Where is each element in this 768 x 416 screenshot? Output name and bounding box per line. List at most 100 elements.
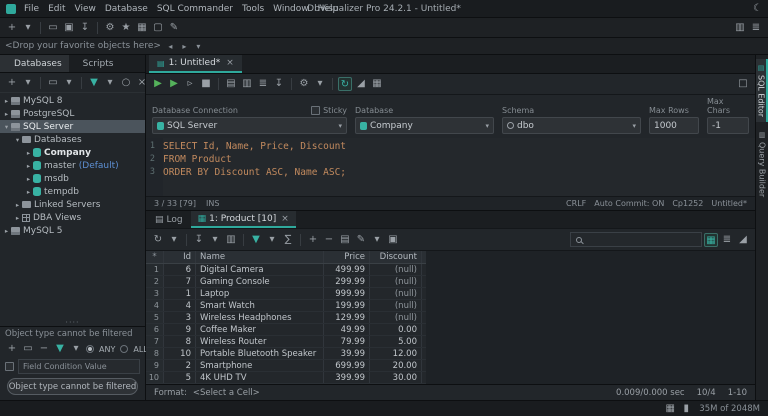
code-line[interactable]: 2 FROM Product — [146, 153, 755, 166]
tree-node[interactable]: ▾ Databases — [0, 133, 145, 146]
favorites-menu-icon[interactable]: ▾ — [194, 42, 203, 51]
copy-icon[interactable]: ▥ — [240, 77, 254, 91]
sidebar-tab[interactable]: Scripts — [69, 55, 121, 72]
open-filter-icon[interactable]: ▭ — [21, 342, 35, 356]
cell-name[interactable]: 4K UHD TV — [196, 372, 324, 383]
sql-editor[interactable]: 1 SELECT Id, Name, Price, Discount 2 FRO… — [146, 138, 755, 197]
cell-name[interactable]: Portable Bluetooth Speaker — [196, 348, 324, 359]
chevron-down-icon[interactable]: ▾ — [167, 233, 181, 247]
edit-icon[interactable]: ✎ — [167, 21, 181, 35]
cell-id[interactable]: 5 — [164, 372, 196, 383]
cell-discount[interactable]: (null) — [370, 312, 422, 323]
import-icon[interactable]: ↧ — [78, 21, 92, 35]
tree-node[interactable]: ▸ MySQL 8 — [0, 94, 145, 107]
table-row[interactable]: 9 2 Smartphone 699.99 20.00 — [146, 360, 426, 372]
chevron-down-icon[interactable]: ▾ — [313, 77, 327, 91]
script-icon[interactable]: ▣ — [386, 233, 400, 247]
cell-name[interactable]: Wireless Headphones — [196, 312, 324, 323]
grid-view-icon[interactable]: ▦ — [704, 233, 718, 247]
execute-icon[interactable]: ▶ — [151, 77, 165, 91]
chart-view-icon[interactable]: ◢ — [736, 233, 750, 247]
favorites-next-icon[interactable]: ▸ — [180, 42, 189, 51]
cell-price[interactable]: 79.99 — [324, 336, 370, 347]
column-header-price[interactable]: Price — [324, 251, 370, 263]
chevron-down-icon[interactable]: ▾ — [21, 76, 35, 90]
cell-name[interactable]: Gaming Console — [196, 276, 324, 287]
chevron-down-icon[interactable]: ▾ — [69, 342, 83, 356]
text-view-icon[interactable]: ≣ — [720, 233, 734, 247]
menu-item[interactable]: Tools — [242, 4, 264, 14]
sidebar-splitter[interactable]: ···· — [0, 318, 145, 326]
format-sql-icon[interactable]: ▤ — [224, 77, 238, 91]
cell-discount[interactable]: (null) — [370, 300, 422, 311]
expand-arrow-icon[interactable]: ▸ — [2, 110, 11, 118]
cell-discount[interactable]: (null) — [370, 264, 422, 275]
execute-current-icon[interactable]: ▶ — [167, 77, 181, 91]
row-number[interactable]: 5 — [146, 312, 164, 323]
monitor-icon[interactable]: ▢ — [151, 21, 165, 35]
code-line[interactable]: 1 SELECT Id, Name, Price, Discount — [146, 140, 755, 153]
cell-price[interactable]: 999.99 — [324, 288, 370, 299]
max-chars-input[interactable]: -1 — [707, 117, 749, 134]
cell-price[interactable]: 299.99 — [324, 276, 370, 287]
open-icon[interactable]: ▭ — [46, 21, 60, 35]
database-select[interactable]: Company ▾ — [355, 117, 494, 134]
column-header-name[interactable]: Name — [196, 251, 324, 263]
copy-row-icon[interactable]: ▤ — [338, 233, 352, 247]
tree-node[interactable]: ▸ msdb — [0, 172, 145, 185]
expand-arrow-icon[interactable]: ▸ — [2, 97, 11, 105]
chevron-down-icon[interactable]: ▾ — [370, 233, 384, 247]
table-row[interactable]: 7 8 Wireless Router 79.99 5.00 — [146, 336, 426, 348]
menu-item[interactable]: Database — [105, 4, 148, 14]
max-rows-input[interactable]: 1000 — [649, 117, 699, 134]
cell-discount[interactable]: 0.00 — [370, 324, 422, 335]
favorites-icon[interactable]: ★ — [119, 21, 133, 35]
row-number[interactable]: 6 — [146, 324, 164, 335]
cell-name[interactable]: Wireless Router — [196, 336, 324, 347]
row-number[interactable]: 4 — [146, 300, 164, 311]
table-row[interactable]: 2 7 Gaming Console 299.99 (null) — [146, 276, 426, 288]
favorites-prev-icon[interactable]: ◂ — [166, 42, 175, 51]
tree-node[interactable]: ▸ tempdb — [0, 185, 145, 198]
filter-icon[interactable]: ▼ — [53, 342, 67, 356]
expand-arrow-icon[interactable]: ▸ — [13, 201, 22, 209]
chevron-down-icon[interactable]: ▾ — [208, 233, 222, 247]
export-icon[interactable]: ↧ — [192, 233, 206, 247]
new-object-icon[interactable]: + — [5, 21, 19, 35]
export-icon[interactable]: ↧ — [272, 77, 286, 91]
sidebar-tab[interactable]: Databases — [0, 55, 69, 72]
table-row[interactable]: 5 3 Wireless Headphones 129.99 (null) — [146, 312, 426, 324]
connections-icon[interactable]: ▦ — [663, 402, 677, 416]
aggregate-icon[interactable]: ∑ — [281, 233, 295, 247]
tree-node[interactable]: ▾ SQL Server — [0, 120, 145, 133]
cell-price[interactable]: 699.99 — [324, 360, 370, 371]
cell-name[interactable]: Smartphone — [196, 360, 324, 371]
chevron-down-icon[interactable]: ▾ — [21, 21, 35, 35]
auto-refresh-icon[interactable]: ↻ — [338, 77, 352, 91]
cell-id[interactable]: 6 — [164, 264, 196, 275]
cell-discount[interactable]: 5.00 — [370, 336, 422, 347]
table-row[interactable]: 4 4 Smart Watch 199.99 (null) — [146, 300, 426, 312]
row-number[interactable]: 8 — [146, 348, 164, 359]
format-value[interactable]: <Select a Cell> — [193, 388, 260, 398]
menu-item[interactable]: Edit — [48, 4, 65, 14]
history-icon[interactable]: ≣ — [256, 77, 270, 91]
table-row[interactable]: 10 5 4K UHD TV 399.99 30.00 — [146, 372, 426, 384]
cell-id[interactable]: 10 — [164, 348, 196, 359]
close-icon[interactable]: × — [226, 58, 234, 68]
expand-arrow-icon[interactable]: ▸ — [24, 162, 33, 170]
grid-corner[interactable]: * — [146, 251, 164, 263]
filter-condition-field[interactable]: Field Condition Value — [18, 359, 140, 374]
row-number[interactable]: 10 — [146, 372, 164, 383]
row-number[interactable]: 7 — [146, 336, 164, 347]
expand-arrow-icon[interactable]: ▾ — [2, 123, 11, 131]
result-tab[interactable]: ▦ 1: Product [10] × — [191, 211, 296, 228]
schema-select[interactable]: dbo ▾ — [502, 117, 641, 134]
editor-tab[interactable]: ▤ 1: Untitled* × — [149, 55, 242, 73]
create-folder-icon[interactable]: ▭ — [46, 76, 60, 90]
row-number[interactable]: 2 — [146, 276, 164, 287]
cell-price[interactable]: 49.99 — [324, 324, 370, 335]
filter-disabled-button[interactable]: Object type cannot be filtered — [7, 378, 138, 395]
connection-select[interactable]: SQL Server ▾ — [152, 117, 347, 134]
cell-discount[interactable]: 12.00 — [370, 348, 422, 359]
